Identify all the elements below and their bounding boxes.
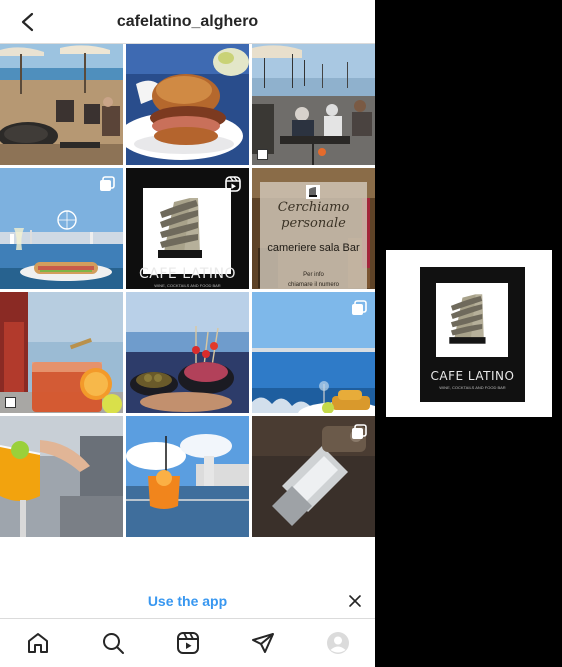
profile-username: cafelatino_alghero [116,12,259,30]
post-thumbnail-harbour-terrace[interactable] [252,44,375,165]
post-thumbnail-fish-chips[interactable] [252,292,375,413]
job-title-line1: Cerchiamo [277,200,350,215]
multi-image-icon [352,300,367,315]
home-icon [27,633,48,653]
post-thumbnail-shaker[interactable] [252,416,375,537]
multi-image-icon [352,424,367,439]
logo-title: CAFE LATINO [139,266,236,282]
orange-drink-photo [126,416,249,537]
post-thumbnail-mango-cocktail[interactable] [0,416,123,537]
job-post-card: Cerchiamo personale cameriere sala Bar P… [260,182,367,289]
cafe-latino-logo: CAFE LATINO WINE, COCKTAILS AND FOOD BAR [420,267,525,402]
nav-home-button[interactable] [24,629,52,657]
post-thumbnail-beach-terrace[interactable] [0,44,123,165]
side-logo-subtitle: WINE, COCKTAILS AND FOOD BAR [439,385,506,390]
job-title-line2: personale [281,216,346,231]
post-grid: CAFE LATINO WINE, COCKTAILS AND FOOD BAR [0,44,375,537]
side-logo-title: CAFE LATINO [430,369,515,383]
close-icon[interactable] [347,593,363,609]
mango-cocktail-photo [0,416,123,537]
spritz-drink-photo [0,292,123,413]
brand-watermark [257,149,268,160]
job-role: cameriere sala Bar [267,242,360,254]
burger-photo [126,44,249,165]
bottom-navigation [0,618,375,667]
nav-direct-button[interactable] [249,629,277,657]
instagram-profile-screen: cafelatino_alghero CAFE LATINO WINE, COC… [0,0,375,667]
back-button[interactable] [16,10,40,34]
job-info-line1: Per info [303,272,324,278]
fan-logo-icon [158,198,202,258]
profile-header: cafelatino_alghero [0,0,375,44]
side-logo-preview: CAFE LATINO WINE, COCKTAILS AND FOOD BAR [386,250,552,417]
use-the-app-banner: Use the app [0,584,375,618]
job-info-line2: chiamare il numero [287,282,340,288]
multi-image-icon [100,176,115,191]
search-icon [102,633,124,654]
nav-search-button[interactable] [99,629,127,657]
charcuterie-photo [126,292,249,413]
reels-icon [176,632,199,654]
side-fan-logo-icon [449,294,486,344]
post-thumbnail-orange-drink[interactable] [126,416,249,537]
post-thumbnail-charcuterie[interactable] [126,292,249,413]
reel-icon [225,176,241,192]
use-the-app-link[interactable]: Use the app [148,593,227,609]
logo-subtitle: WINE, COCKTAILS AND FOOD BAR [154,283,221,288]
brand-watermark [5,397,16,408]
chevron-left-icon [21,12,34,32]
send-icon [251,633,274,653]
avatar-icon [326,632,349,654]
post-thumbnail-burger[interactable] [126,44,249,165]
post-thumbnail-job-post[interactable]: Cerchiamo personale cameriere sala Bar P… [252,168,375,289]
post-thumbnail-logo[interactable]: CAFE LATINO WINE, COCKTAILS AND FOOD BAR [126,168,249,289]
nav-reels-button[interactable] [174,629,202,657]
nav-profile-button[interactable] [324,629,352,657]
harbour-terrace-photo [252,44,375,165]
beach-terrace-photo [0,44,123,165]
post-thumbnail-spritz[interactable] [0,292,123,413]
brand-mini-logo [306,185,320,199]
post-thumbnail-harbour-sandwich[interactable] [0,168,123,289]
